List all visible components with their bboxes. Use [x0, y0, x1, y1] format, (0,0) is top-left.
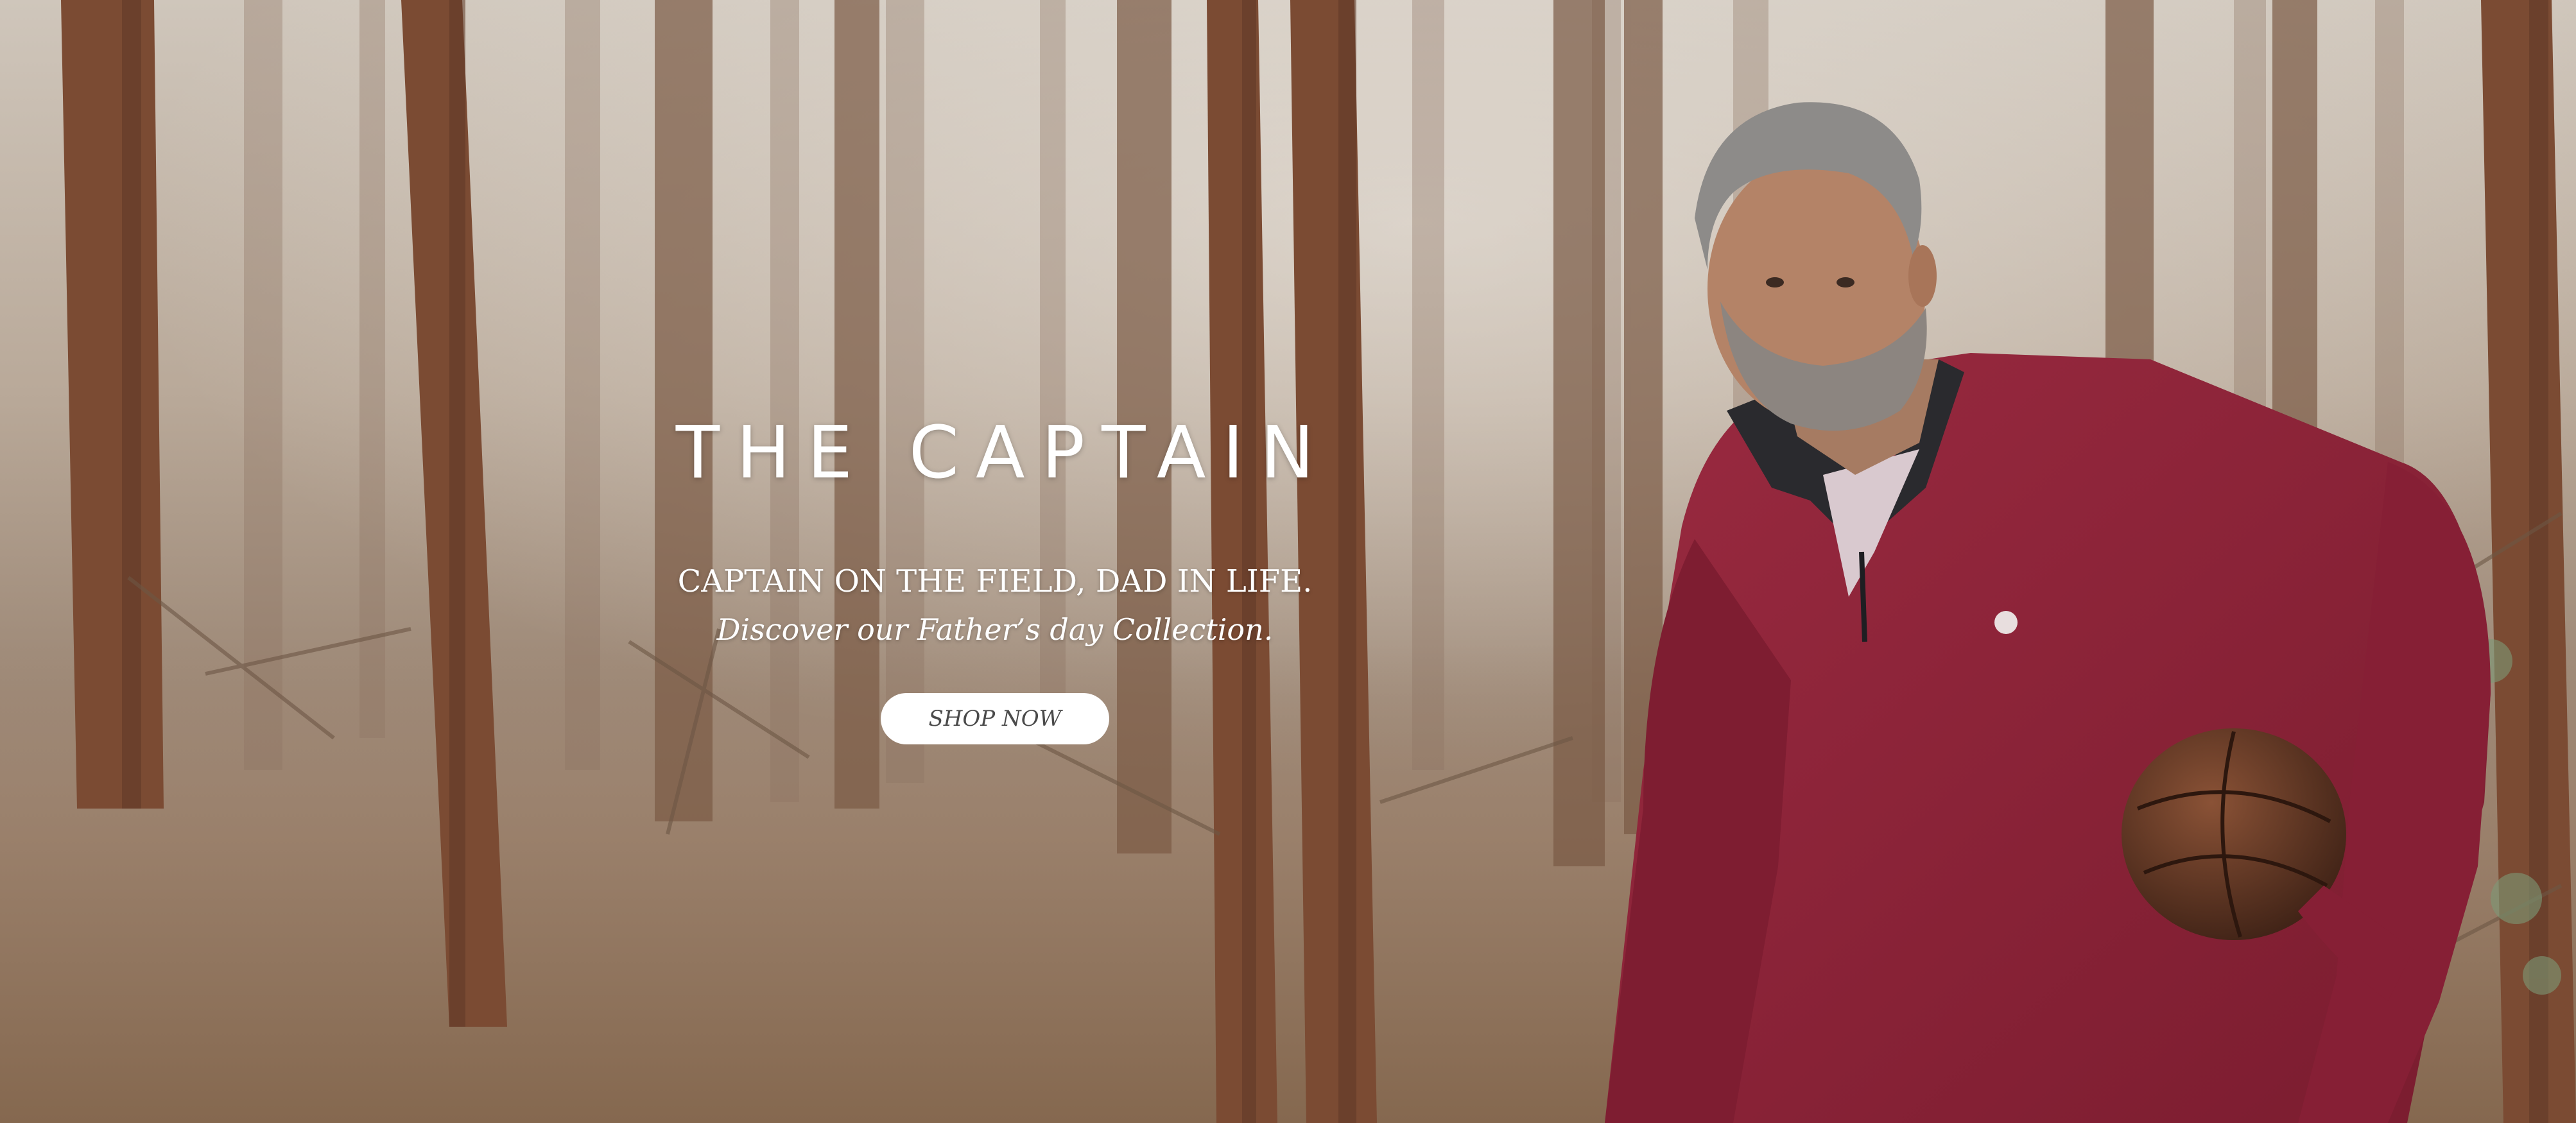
- hero-headline: THE CAPTAIN: [675, 411, 1331, 495]
- lion-crest-icon: [1994, 611, 2018, 634]
- hero-subline: Discover our Father’s day Collection.: [716, 612, 1274, 647]
- hero-tagline: CAPTAIN ON THE FIELD, DAD IN LIFE.: [677, 563, 1313, 599]
- hero-copy: THE CAPTAIN CAPTAIN ON THE FIELD, DAD IN…: [578, 417, 1412, 744]
- shop-now-button[interactable]: SHOP NOW: [881, 693, 1109, 744]
- hero-banner: THE CAPTAIN CAPTAIN ON THE FIELD, DAD IN…: [0, 0, 2576, 1123]
